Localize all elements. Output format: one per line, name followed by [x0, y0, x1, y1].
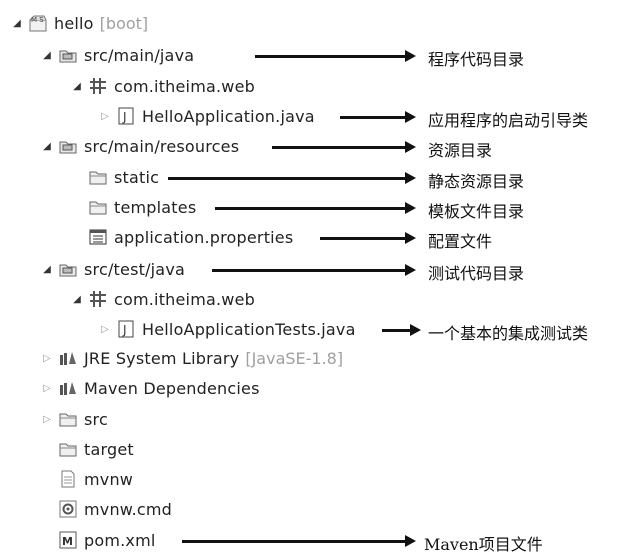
svg-text:J: J [122, 323, 127, 337]
source-folder-icon [58, 45, 78, 65]
expand-toggle[interactable]: ◢ [72, 294, 82, 305]
arrow-pom [182, 535, 416, 547]
tree-node-mvnw-cmd[interactable]: mvnw.cmd [58, 494, 172, 524]
arrow-templates [215, 202, 416, 214]
node-label: application.properties [114, 227, 294, 247]
collapse-toggle[interactable]: ▷ [100, 111, 110, 122]
expand-toggle[interactable]: ◢ [42, 141, 52, 152]
node-label: HelloApplication.java [142, 106, 315, 126]
arrow-src-test-java [212, 264, 416, 276]
folder-icon [58, 409, 78, 429]
tree-node-maven-dependencies[interactable]: ▷ Maven Dependencies [42, 373, 260, 403]
node-label: src/main/resources [84, 136, 240, 156]
folder-icon [88, 167, 108, 187]
tree-node-src-main-java[interactable]: ◢ src/main/java [42, 40, 194, 70]
cmd-file-icon [58, 499, 78, 519]
node-label: static [114, 167, 160, 187]
tree-node-templates[interactable]: templates [88, 192, 196, 222]
note-src-main-resources: 资源目录 [428, 141, 493, 160]
collapse-toggle[interactable]: ▷ [100, 324, 110, 335]
node-label: com.itheima.web [114, 289, 255, 309]
note-src-main-java: 程序代码目录 [428, 50, 525, 69]
collapse-toggle[interactable]: ▷ [42, 383, 52, 394]
project-name: hello [54, 13, 94, 33]
tree-node-target[interactable]: target [58, 434, 134, 464]
folder-icon [58, 439, 78, 459]
tree-node-application-properties[interactable]: application.properties [88, 222, 293, 252]
node-label: src/test/java [84, 259, 185, 279]
note-static: 静态资源目录 [428, 172, 525, 191]
node-label: Maven Dependencies [84, 378, 260, 398]
properties-file-icon [88, 227, 108, 247]
tree-node-project[interactable]: ◢ M S hello [boot] [12, 8, 148, 38]
package-icon [88, 289, 108, 309]
folder-icon [88, 197, 108, 217]
node-label: target [84, 439, 134, 459]
package-icon [88, 76, 108, 96]
maven-project-icon: M S [28, 13, 48, 33]
node-label: pom.xml [84, 530, 156, 550]
node-label: src/main/java [84, 45, 195, 65]
svg-text:M: M [62, 535, 73, 548]
expand-toggle[interactable]: ◢ [42, 50, 52, 61]
node-label: JRE System Library [84, 348, 240, 368]
collapse-toggle[interactable]: ▷ [42, 414, 52, 425]
tree-node-hello-application[interactable]: ▷ J HelloApplication.java [100, 101, 315, 131]
tree-node-static[interactable]: static [88, 162, 159, 192]
node-label: templates [114, 197, 197, 217]
maven-pom-icon: M [58, 530, 78, 550]
svg-text:J: J [122, 110, 127, 124]
tree-node-jre-library[interactable]: ▷ JRE System Library [JavaSE-1.8] [42, 343, 343, 373]
library-icon [58, 348, 78, 368]
note-app-props: 配置文件 [428, 232, 493, 251]
collapse-toggle[interactable]: ▷ [42, 353, 52, 364]
text-file-icon [58, 469, 78, 489]
arrow-src-main-java [255, 50, 416, 62]
note-hello-app-tests: 一个基本的集成测试类 [428, 324, 589, 343]
node-label: com.itheima.web [114, 76, 255, 96]
expand-toggle[interactable]: ◢ [42, 264, 52, 275]
arrow-hello-application [340, 111, 416, 123]
source-folder-icon [58, 136, 78, 156]
jre-decoration: [JavaSE-1.8] [245, 348, 344, 368]
tree-node-src[interactable]: ▷ src [42, 404, 108, 434]
library-icon [58, 378, 78, 398]
note-pom: Maven项目文件 [424, 535, 543, 554]
svg-text:M S: M S [31, 16, 44, 24]
note-hello-application: 应用程序的启动引导类 [428, 111, 589, 130]
tree-node-mvnw[interactable]: mvnw [58, 464, 133, 494]
arrow-static [168, 172, 416, 184]
tree-node-hello-application-tests[interactable]: ▷ J HelloApplicationTests.java [100, 314, 356, 344]
source-folder-icon [58, 259, 78, 279]
java-file-icon: J [116, 319, 136, 339]
note-src-test-java: 测试代码目录 [428, 264, 525, 283]
arrow-src-main-resources [272, 141, 416, 153]
expand-toggle[interactable]: ◢ [72, 81, 82, 92]
expand-toggle[interactable]: ◢ [12, 18, 22, 29]
tree-node-package-main[interactable]: ◢ com.itheima.web [72, 71, 255, 101]
project-decoration: [boot] [99, 13, 149, 33]
node-label: src [84, 409, 108, 429]
node-label: mvnw [84, 469, 134, 489]
arrow-app-props [320, 232, 416, 244]
tree-node-pom-xml[interactable]: M pom.xml [58, 525, 156, 555]
arrow-hello-app-tests [382, 324, 421, 336]
java-file-icon: J [116, 106, 136, 126]
note-templates: 模板文件目录 [428, 202, 525, 221]
tree-node-src-main-resources[interactable]: ◢ src/main/resources [42, 131, 239, 161]
tree-node-src-test-java[interactable]: ◢ src/test/java [42, 254, 185, 284]
tree-node-package-test[interactable]: ◢ com.itheima.web [72, 284, 255, 314]
node-label: HelloApplicationTests.java [142, 319, 356, 339]
node-label: mvnw.cmd [84, 499, 173, 519]
